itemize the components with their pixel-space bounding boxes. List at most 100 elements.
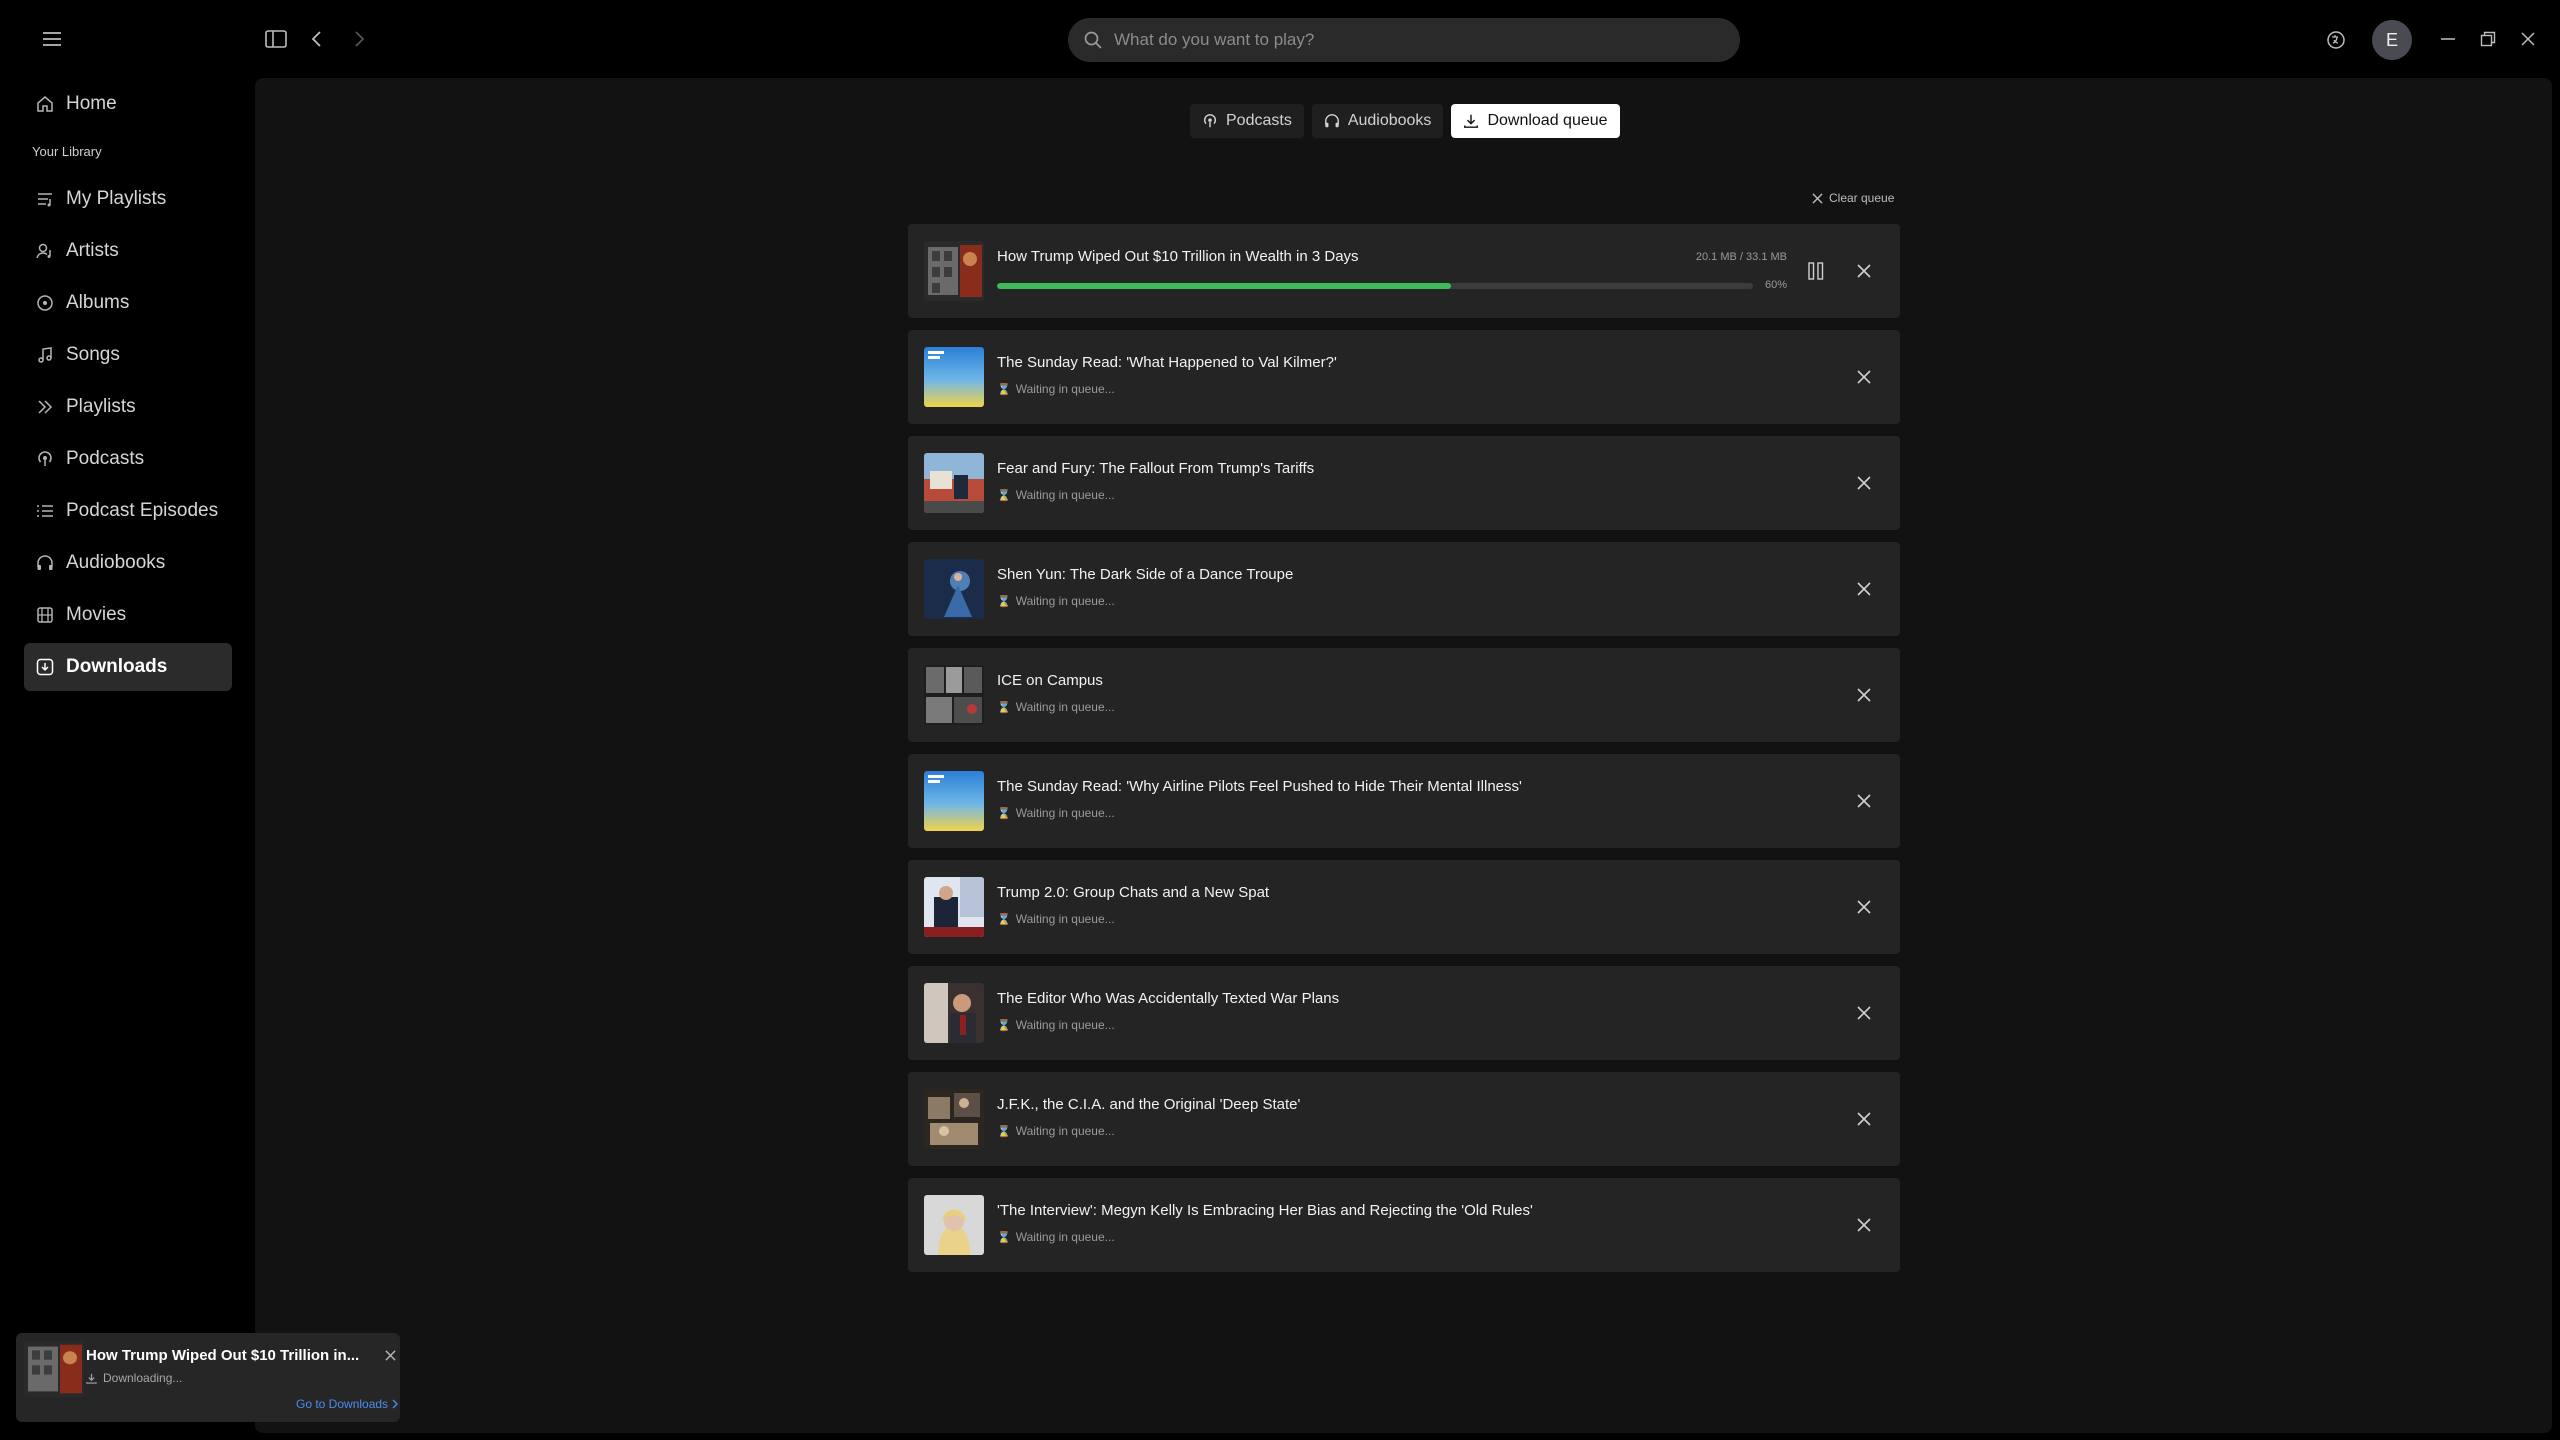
forward-icon[interactable] [340, 19, 380, 59]
chevron-right-icon [392, 1399, 399, 1409]
search-input[interactable] [1114, 30, 1740, 50]
tab-label: Podcasts [1226, 112, 1292, 129]
search-icon [1084, 31, 1102, 49]
queue-item-status: ⌛ Waiting in queue... [997, 382, 1115, 396]
download-icon [1463, 113, 1479, 129]
queue-item-title: The Sunday Read: 'What Happened to Val K… [997, 354, 1337, 371]
sidebar-item-my-playlists[interactable]: My Playlists [24, 175, 232, 223]
music-note-icon [36, 346, 54, 364]
playlist-icon [36, 190, 54, 208]
sidebar-item-label: Songs [66, 344, 120, 365]
close-window-icon[interactable] [2508, 19, 2548, 59]
download-queue-list: How Trump Wiped Out $10 Trillion in Weal… [908, 224, 1900, 1284]
remove-item-icon[interactable] [1850, 363, 1878, 391]
episode-artwork [924, 559, 984, 619]
remove-item-icon[interactable] [1850, 1105, 1878, 1133]
sidebar-item-label: My Playlists [66, 188, 167, 209]
sidebar-toggle-icon[interactable] [256, 19, 296, 59]
sidebar-item-label: Downloads [66, 656, 168, 677]
remove-item-icon[interactable] [1850, 893, 1878, 921]
hourglass-icon: ⌛ [997, 913, 1011, 926]
queue-item: The Sunday Read: 'What Happened to Val K… [908, 330, 1900, 424]
avatar-initial: E [2385, 29, 2398, 50]
search-bar[interactable] [1068, 18, 1740, 62]
sidebar-item-movies[interactable]: Movies [24, 591, 232, 639]
clear-queue-button[interactable]: Clear queue [1812, 190, 1894, 206]
toast-status-text: Downloading... [103, 1371, 183, 1385]
download-progress-fill [997, 283, 1451, 289]
queue-item-status: ⌛ Waiting in queue... [997, 1124, 1115, 1138]
sidebar-item-label: Playlists [66, 396, 136, 417]
restore-icon[interactable] [2468, 19, 2508, 59]
go-to-downloads-link[interactable]: Go to Downloads [296, 1397, 399, 1411]
sidebar-item-podcasts[interactable]: Podcasts [24, 435, 232, 483]
status-text: Waiting in queue... [1015, 382, 1115, 396]
sidebar-item-playlists[interactable]: Playlists [24, 383, 232, 431]
episode-artwork [924, 1089, 984, 1149]
download-icon [36, 658, 54, 676]
album-icon [36, 294, 54, 312]
hourglass-icon: ⌛ [997, 489, 1011, 502]
tab-audiobooks[interactable]: Audiobooks [1311, 104, 1444, 138]
status-text: Waiting in queue... [1015, 700, 1115, 714]
sidebar-item-downloads[interactable]: Downloads [24, 643, 232, 691]
episode-artwork [924, 347, 984, 407]
remove-item-icon[interactable] [1850, 681, 1878, 709]
episode-artwork [924, 453, 984, 513]
sidebar-item-artists[interactable]: Artists [24, 227, 232, 275]
queue-item-title: 'The Interview': Megyn Kelly Is Embracin… [997, 1202, 1533, 1219]
hourglass-icon: ⌛ [997, 383, 1011, 396]
clear-queue-label: Clear queue [1829, 191, 1895, 205]
sidebar-item-songs[interactable]: Songs [24, 331, 232, 379]
remove-item-icon[interactable] [1850, 787, 1878, 815]
hourglass-icon: ⌛ [997, 595, 1011, 608]
episode-artwork [924, 241, 984, 301]
sidebar-item-label: Podcast Episodes [66, 500, 219, 521]
queue-item-status: ⌛ Waiting in queue... [997, 1230, 1115, 1244]
headphones-icon [1324, 113, 1340, 129]
queue-item-status: ⌛ Waiting in queue... [997, 594, 1115, 608]
remove-item-icon[interactable] [1850, 469, 1878, 497]
remove-item-icon[interactable] [1850, 1211, 1878, 1239]
queue-item: The Editor Who Was Accidentally Texted W… [908, 966, 1900, 1060]
close-icon [1812, 192, 1823, 204]
toast-title: How Trump Wiped Out $10 Trillion in... [86, 1347, 360, 1364]
tab-podcasts[interactable]: Podcasts [1190, 104, 1304, 138]
library-heading: Your Library [32, 144, 102, 159]
sidebar-item-audiobooks[interactable]: Audiobooks [24, 539, 232, 587]
queue-item: Shen Yun: The Dark Side of a Dance Troup… [908, 542, 1900, 636]
remove-item-icon[interactable] [1850, 999, 1878, 1027]
list-icon [36, 502, 54, 520]
episode-artwork [924, 983, 984, 1043]
back-icon[interactable] [296, 19, 336, 59]
tab-download-queue[interactable]: Download queue [1451, 104, 1620, 138]
sidebar-item-label: Home [66, 93, 117, 114]
episode-artwork [924, 1195, 984, 1255]
home-icon [36, 95, 54, 113]
sidebar-item-podcast-episodes[interactable]: Podcast Episodes [24, 487, 232, 535]
queue-item-active: How Trump Wiped Out $10 Trillion in Weal… [908, 224, 1900, 318]
artist-icon [36, 242, 54, 260]
avatar[interactable]: E [2372, 20, 2412, 60]
queue-item: 'The Interview': Megyn Kelly Is Embracin… [908, 1178, 1900, 1272]
sidebar-item-label: Movies [66, 604, 127, 625]
queue-item-status: ⌛ Waiting in queue... [997, 700, 1115, 714]
status-text: Waiting in queue... [1015, 594, 1115, 608]
playlists-icon [36, 398, 54, 416]
queue-item-title: The Sunday Read: 'Why Airline Pilots Fee… [997, 778, 1522, 795]
sidebar-item-albums[interactable]: Albums [24, 279, 232, 327]
hourglass-icon: ⌛ [997, 1125, 1011, 1138]
status-text: Waiting in queue... [1015, 488, 1115, 502]
podcast-icon [1202, 113, 1218, 129]
close-icon[interactable] [380, 1345, 400, 1365]
menu-icon[interactable] [32, 19, 72, 59]
pause-icon[interactable] [1802, 257, 1830, 285]
remove-item-icon[interactable] [1850, 257, 1878, 285]
queue-item: The Sunday Read: 'Why Airline Pilots Fee… [908, 754, 1900, 848]
minimize-icon[interactable] [2428, 19, 2468, 59]
remove-item-icon[interactable] [1850, 575, 1878, 603]
queue-item: J.F.K., the C.I.A. and the Original 'Dee… [908, 1072, 1900, 1166]
translate-icon[interactable] [2316, 20, 2356, 60]
sidebar-item-home[interactable]: Home [24, 80, 232, 128]
hourglass-icon: ⌛ [997, 1019, 1011, 1032]
